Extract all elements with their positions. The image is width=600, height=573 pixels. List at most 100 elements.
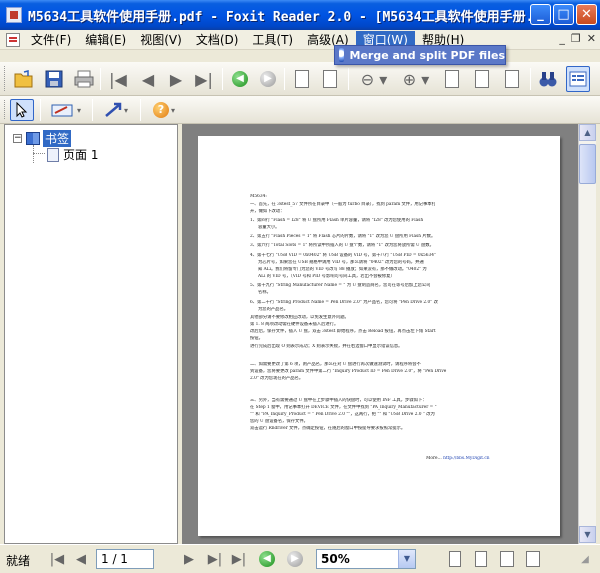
single-page-view-button[interactable] xyxy=(446,550,464,568)
collapse-toggle-icon[interactable]: − xyxy=(13,134,22,143)
annotation-tool-button[interactable]: ▾ xyxy=(46,99,86,121)
mdi-minimize-button[interactable]: _ xyxy=(559,32,565,45)
back-button[interactable]: ◀ xyxy=(228,66,252,92)
facing-page-icon xyxy=(500,551,514,567)
open-file-button[interactable] xyxy=(12,66,36,92)
vertical-scrollbar[interactable]: ▲ ▼ xyxy=(578,124,596,544)
resize-grip[interactable]: ◢ xyxy=(576,550,594,568)
last-page-button[interactable]: ▶| xyxy=(192,66,216,92)
doc-line: 三、另外，当有需要通过 U 盘中在上步骤中插入的快盘时，可以使用 INF 工具，… xyxy=(250,398,427,403)
menu-view[interactable]: 视图(V) xyxy=(133,31,189,49)
menu-file[interactable]: 文件(F) xyxy=(24,31,78,49)
toolbar-grip[interactable] xyxy=(4,66,7,91)
status-last-page-button[interactable]: ▶| xyxy=(206,550,224,568)
scroll-thumb[interactable] xyxy=(579,144,596,184)
rotate-left-button[interactable] xyxy=(290,66,314,92)
back-arrow-icon: ◀ xyxy=(259,551,275,567)
footer-link[interactable]: http://bbs.MyDigit.cn xyxy=(443,456,489,461)
fit-page-icon xyxy=(475,70,489,88)
actual-size-button[interactable] xyxy=(440,66,464,92)
doc-line: "" 和 "PA_Inquiry_Product = " Pen Drive 2… xyxy=(250,412,435,417)
floppy-disk-icon xyxy=(45,70,63,88)
status-back-button[interactable]: ◀ xyxy=(258,550,276,568)
single-page-icon xyxy=(449,551,461,567)
menu-tools[interactable]: 工具(T) xyxy=(245,31,300,49)
status-forward-button[interactable]: ▶ xyxy=(286,550,304,568)
doc-line: 2.0" 改为您现在的产品名。 xyxy=(250,376,304,381)
maximize-button[interactable]: □ xyxy=(553,4,574,25)
pdf-page: M5634: 一、首先，在 3stest_57 文件所在目录中（一般为 turb… xyxy=(198,136,560,536)
help-dropdown-icon: ▾ xyxy=(170,105,175,115)
bookmarks-panel-button[interactable] xyxy=(566,66,590,92)
document-icon[interactable] xyxy=(6,32,20,47)
save-button[interactable] xyxy=(42,66,66,92)
continuous-view-button[interactable] xyxy=(472,550,490,568)
bookmark-root[interactable]: − 书签 xyxy=(13,130,72,147)
close-button[interactable]: ✕ xyxy=(576,4,597,25)
title-bar[interactable]: M5634工具软件使用手册.pdf - Foxit Reader 2.0 - [… xyxy=(0,0,600,30)
previous-page-icon: ◀ xyxy=(141,69,155,89)
annotation-dropdown-icon: ▾ xyxy=(76,105,81,115)
mdi-restore-button[interactable]: ❐ xyxy=(571,32,581,45)
rotate-right-button[interactable] xyxy=(318,66,342,92)
print-button[interactable] xyxy=(72,66,96,92)
continuous-facing-view-button[interactable] xyxy=(524,550,542,568)
facing-view-button[interactable] xyxy=(498,550,516,568)
status-next-page-button[interactable]: ▶ xyxy=(180,550,198,568)
draw-arrow-button[interactable]: ▾ xyxy=(98,99,134,121)
bookmark-page-label[interactable]: 页面 1 xyxy=(63,146,98,163)
next-view-icon: ▶| xyxy=(231,551,247,567)
forward-arrow-icon: ▶ xyxy=(260,71,276,87)
binoculars-icon xyxy=(539,72,557,87)
main-toolbar: |◀ ◀ ▶ ▶| ◀ ▶ ⊖ ▾ ⊕ ▾ xyxy=(0,62,600,96)
next-page-button[interactable]: ▶ xyxy=(164,66,188,92)
next-page-icon: ▶ xyxy=(169,69,183,89)
document-view[interactable]: M5634: 一、首先，在 3stest_57 文件所在目录中（一般为 turb… xyxy=(182,124,578,544)
status-next-view-button[interactable]: ▶| xyxy=(230,550,248,568)
foxit-app-icon[interactable] xyxy=(6,7,22,23)
zoom-dropdown-icon[interactable]: ▼ xyxy=(398,550,415,568)
minimize-button[interactable]: _ xyxy=(530,4,551,25)
menu-bar: 文件(F) 编辑(E) 视图(V) 文档(D) 工具(T) 高级(A) 窗口(W… xyxy=(0,30,600,50)
merge-split-menu-item[interactable]: Merge and split PDF files xyxy=(350,49,505,62)
scroll-up-button[interactable]: ▲ xyxy=(579,124,596,141)
scroll-down-button[interactable]: ▼ xyxy=(579,526,596,543)
bookmark-book-icon xyxy=(26,132,40,145)
help-icon: ? xyxy=(152,102,169,118)
doc-footer: More... http://bbs.MyDigit.cn xyxy=(426,456,526,462)
zoom-in-button[interactable]: ⊕ ▾ xyxy=(398,66,434,92)
menu-document[interactable]: 文档(D) xyxy=(189,31,246,49)
help-button[interactable]: ? ▾ xyxy=(146,99,182,121)
open-folder-icon xyxy=(14,70,33,88)
find-button[interactable] xyxy=(536,66,560,92)
resize-grip-icon: ◢ xyxy=(581,553,589,565)
first-page-button[interactable]: |◀ xyxy=(106,66,130,92)
bookmark-root-label[interactable]: 书签 xyxy=(43,130,72,147)
select-tool-button[interactable] xyxy=(10,99,34,121)
zoom-in-icon: ⊕ ▾ xyxy=(402,69,430,89)
arrow-dropdown-icon: ▾ xyxy=(123,105,128,115)
zoom-select[interactable]: 50% ▼ xyxy=(316,549,416,569)
actual-size-icon xyxy=(445,70,459,88)
status-first-page-button[interactable]: |◀ xyxy=(48,550,66,568)
status-text: 就绪 xyxy=(6,554,31,568)
bookmark-page-1[interactable]: 页面 1 xyxy=(47,146,98,163)
previous-page-button[interactable]: ◀ xyxy=(136,66,160,92)
first-page-icon: |◀ xyxy=(49,551,65,567)
doc-line: M5634: xyxy=(250,194,267,199)
doc-line: 为您的产品名。 xyxy=(258,307,289,312)
doc-line: 到设备，您将要更改 param 文件中第二行 "Inquiry Product … xyxy=(250,369,447,374)
menu-edit[interactable]: 编辑(E) xyxy=(78,31,133,49)
fit-width-button[interactable] xyxy=(500,66,524,92)
page-number-field[interactable]: 1 / 1 xyxy=(96,549,154,569)
fit-page-button[interactable] xyxy=(470,66,494,92)
doc-line: 进行完成后出现 O 则表示成功；X 则表示失败，并在右边窗口中显示错误信息。 xyxy=(250,344,403,349)
panel-splitter[interactable] xyxy=(178,124,181,544)
forward-button[interactable]: ▶ xyxy=(256,66,280,92)
zoom-out-button[interactable]: ⊖ ▾ xyxy=(356,66,392,92)
first-page-icon: |◀ xyxy=(109,69,127,89)
doc-line: 您的 U 盘设备名，保存文件。 xyxy=(250,419,308,424)
window-menu-dropdown[interactable]: Merge and split PDF files xyxy=(334,45,506,65)
status-prev-page-button[interactable]: ◀ xyxy=(72,550,90,568)
mdi-close-button[interactable]: ✕ xyxy=(587,32,596,45)
